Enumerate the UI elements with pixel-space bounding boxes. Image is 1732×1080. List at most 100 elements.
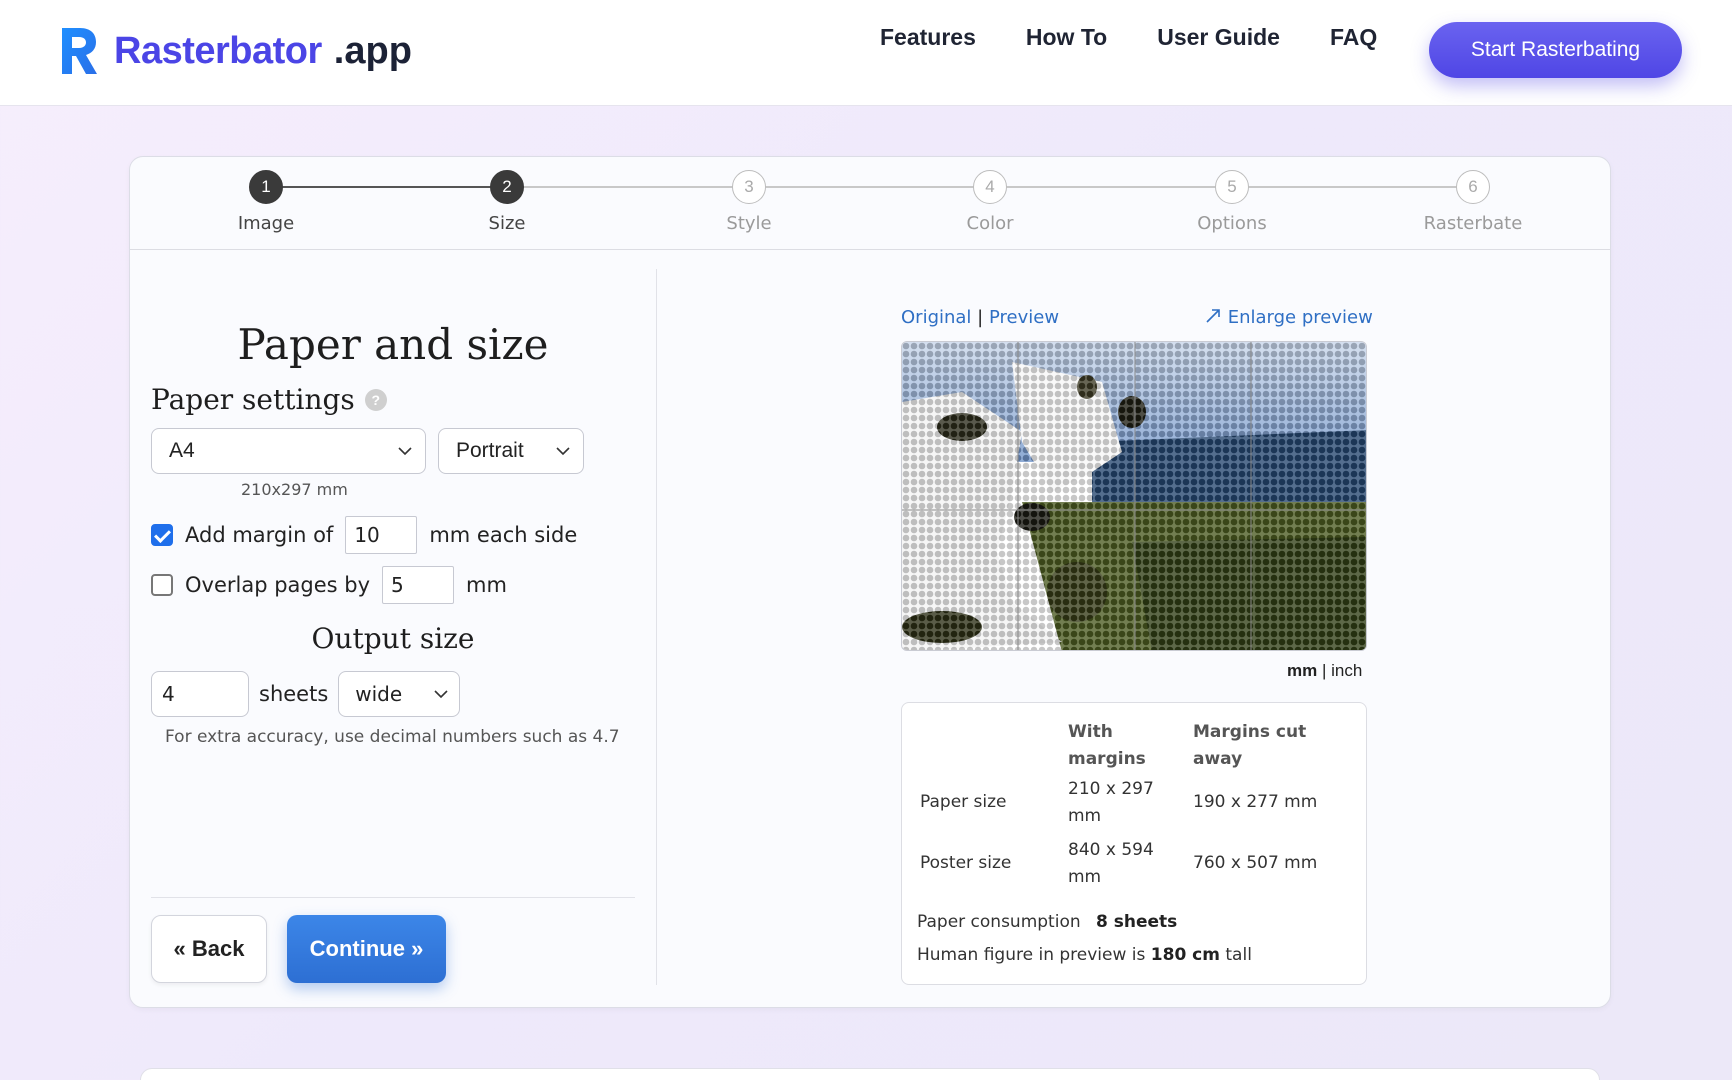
step-number: 6: [1456, 170, 1490, 204]
preview-image: [902, 342, 1366, 650]
arrow-up-right-icon: [1206, 309, 1220, 323]
column-header-margins-cut: Margins cut away: [1193, 719, 1306, 773]
step-number: 4: [973, 170, 1007, 204]
tab-preview[interactable]: Preview: [989, 307, 1059, 328]
overlap-row: Overlap pages by 5 mm: [151, 566, 507, 604]
step-number: 3: [732, 170, 766, 204]
sheets-input[interactable]: 4: [151, 671, 249, 717]
chevron-down-icon: [398, 447, 412, 456]
sheets-row: 4 sheets wide: [151, 671, 461, 717]
orientation-select[interactable]: Portrait: [438, 428, 584, 474]
cell-line: 840 x 594: [1068, 840, 1154, 860]
unit-mm[interactable]: mm: [1287, 661, 1317, 680]
step-label: Options: [1197, 213, 1267, 234]
brand-tld: .app: [333, 29, 412, 72]
overlap-suffix: mm: [466, 573, 507, 597]
wizard-card: 1 Image 2 Size 3 Style 4 Color 5 Options…: [129, 156, 1611, 1008]
unit-separator: |: [1321, 661, 1327, 680]
figure-value: 180 cm: [1150, 945, 1220, 965]
paper-size-with-margins: 210 x 297 mm: [1068, 776, 1154, 830]
cell-line: 210 x 297: [1068, 779, 1154, 799]
header-line: margins: [1068, 749, 1146, 769]
header-line: With: [1068, 722, 1113, 742]
paper-settings-heading: Paper settings ?: [151, 383, 387, 416]
step-label: Color: [966, 213, 1014, 234]
step-number: 5: [1215, 170, 1249, 204]
figure-prefix: Human figure in preview is: [917, 945, 1146, 965]
panel-divider: [656, 269, 657, 985]
step-label: Style: [726, 213, 772, 234]
chevron-down-icon: [434, 690, 448, 699]
nav-faq[interactable]: FAQ: [1330, 24, 1377, 51]
step-color[interactable]: 4 Color: [930, 170, 1050, 234]
overlap-input[interactable]: 5: [382, 566, 455, 604]
sheets-label: sheets: [259, 682, 329, 706]
consumption-value: 8 sheets: [1096, 912, 1178, 932]
orientation-value: Portrait: [456, 439, 524, 462]
chevron-down-icon: [556, 447, 570, 456]
consumption-label: Paper consumption: [917, 912, 1081, 932]
unit-toggle: mm | inch: [1287, 661, 1362, 681]
step-rasterbate[interactable]: 6 Rasterbate: [1413, 170, 1533, 234]
step-image[interactable]: 1 Image: [206, 170, 326, 234]
main-nav: Features How To User Guide FAQ: [880, 24, 1377, 51]
paper-size-cut: 190 x 277 mm: [1193, 792, 1318, 812]
figure-suffix: tall: [1225, 945, 1252, 965]
step-label: Size: [488, 213, 526, 234]
overlap-checkbox[interactable]: [151, 574, 173, 596]
header-line: away: [1193, 749, 1243, 769]
accuracy-hint: For extra accuracy, use decimal numbers …: [165, 727, 620, 747]
brand-logo[interactable]: Rasterbator .app: [60, 26, 412, 76]
nav-user-guide[interactable]: User Guide: [1157, 24, 1280, 51]
paper-settings-label: Paper settings: [151, 383, 355, 416]
tab-separator: |: [977, 307, 984, 328]
nav-features[interactable]: Features: [880, 24, 976, 51]
actions-divider: [151, 897, 635, 898]
unit-inch[interactable]: inch: [1331, 661, 1362, 680]
enlarge-preview-label: Enlarge preview: [1227, 307, 1373, 328]
paper-dimensions: 210x297 mm: [241, 480, 348, 499]
enlarge-preview-link[interactable]: Enlarge preview: [1204, 307, 1373, 328]
margin-row: Add margin of 10 mm each side: [151, 516, 577, 554]
back-button[interactable]: « Back: [151, 915, 267, 983]
step-progress: 1 Image 2 Size 3 Style 4 Color 5 Options…: [130, 157, 1610, 250]
dimension-select[interactable]: wide: [338, 671, 461, 717]
continue-button[interactable]: Continue »: [287, 915, 446, 983]
dimension-value: wide: [355, 682, 403, 706]
poster-size-cut: 760 x 507 mm: [1193, 853, 1318, 873]
margin-suffix: mm each side: [429, 523, 578, 547]
help-icon[interactable]: ?: [364, 388, 387, 411]
step-size[interactable]: 2 Size: [447, 170, 567, 234]
tab-original[interactable]: Original: [901, 307, 971, 328]
preview-tabs: Original | Preview: [901, 307, 1059, 328]
human-figure-note: Human figure in preview is 180 cm tall: [917, 945, 1252, 965]
step-label: Rasterbate: [1423, 213, 1523, 234]
paper-consumption: Paper consumption 8 sheets: [917, 912, 1177, 932]
output-size-heading: Output size: [311, 622, 475, 655]
next-section-card: [140, 1068, 1600, 1080]
paper-size-value: A4: [169, 439, 195, 462]
paper-size-select[interactable]: A4: [151, 428, 426, 474]
start-rasterbating-button[interactable]: Start Rasterbating: [1429, 22, 1682, 78]
paper-size-label: Paper size: [920, 792, 1007, 812]
cell-line: mm: [1068, 867, 1102, 887]
top-navbar: Rasterbator .app Features How To User Gu…: [0, 0, 1732, 106]
logo-r-icon: [62, 28, 97, 74]
poster-preview[interactable]: [901, 341, 1367, 651]
column-header-with-margins: With margins: [1068, 719, 1146, 773]
cell-line: mm: [1068, 806, 1102, 826]
poster-size-with-margins: 840 x 594 mm: [1068, 837, 1154, 891]
step-number: 2: [490, 170, 524, 204]
step-label: Image: [237, 213, 295, 234]
margin-input[interactable]: 10: [345, 516, 418, 554]
margin-label: Add margin of: [185, 523, 334, 547]
page-title: Paper and size: [237, 320, 549, 369]
step-options[interactable]: 5 Options: [1172, 170, 1292, 234]
brand-name: Rasterbator: [114, 29, 322, 72]
step-number: 1: [249, 170, 283, 204]
nav-how-to[interactable]: How To: [1026, 24, 1107, 51]
step-style[interactable]: 3 Style: [689, 170, 809, 234]
size-summary-box: With margins Margins cut away Paper size…: [901, 702, 1367, 985]
margin-checkbox[interactable]: [151, 524, 173, 546]
poster-size-label: Poster size: [920, 853, 1012, 873]
